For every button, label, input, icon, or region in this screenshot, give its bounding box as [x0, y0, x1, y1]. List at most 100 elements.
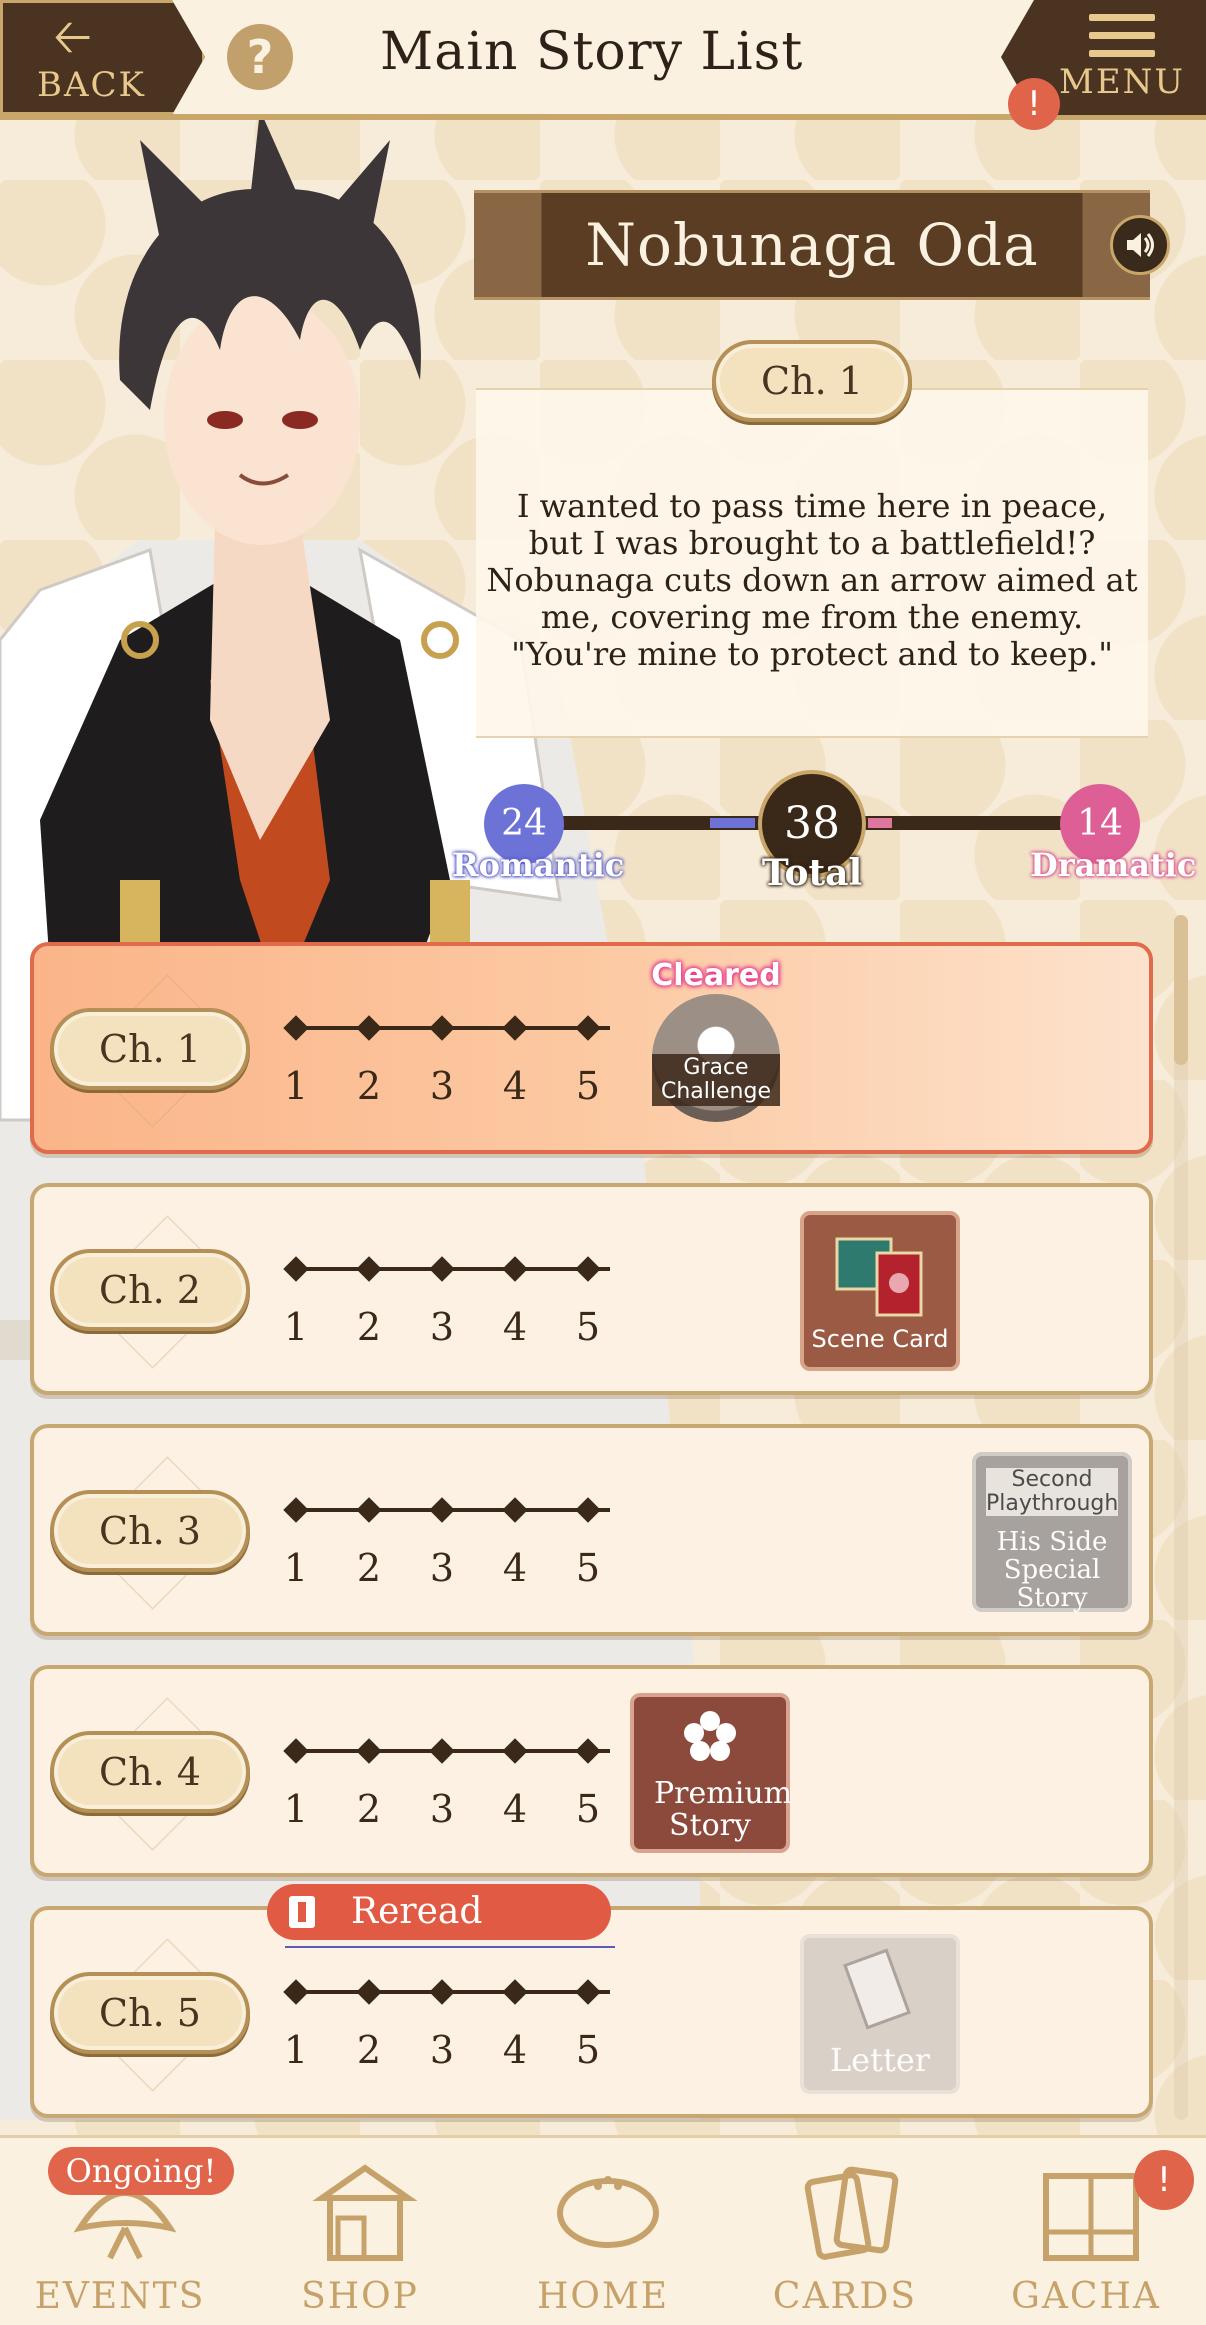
- reread-button[interactable]: Reread: [267, 1884, 611, 1940]
- chapter-row-4[interactable]: Ch. 4 Premium Story 1 2 3 4 5: [30, 1665, 1153, 1877]
- episode-marker-4: [502, 1738, 528, 1764]
- episode-number: 3: [429, 1305, 455, 1349]
- chapter-tag: Ch. 2: [50, 1249, 250, 1331]
- episode-marker-3: [429, 1256, 455, 1282]
- episode-marker-1: [283, 1738, 309, 1764]
- book-icon: [289, 1896, 315, 1928]
- episode-marker-3: [429, 1979, 455, 2005]
- back-arrow-icon: 🡠: [53, 9, 92, 65]
- nav-home[interactable]: HOME: [483, 2138, 723, 2325]
- episode-marker-2: [356, 1256, 382, 1282]
- gacha-alert-badge: !: [1134, 2150, 1194, 2210]
- episode-number: 2: [356, 1546, 382, 1590]
- hamburger-icon: [1089, 14, 1155, 68]
- episode-number: 3: [429, 1064, 455, 1108]
- grace-challenge-label: Grace Challenge: [652, 1054, 780, 1106]
- chapter-row-2[interactable]: Ch. 2 Scene Card 1 2 3 4 5: [30, 1183, 1153, 1395]
- episode-number: 1: [283, 1546, 309, 1590]
- romantic-label: Romantic: [452, 846, 625, 884]
- episode-marker-2: [356, 1015, 382, 1041]
- episode-number: 2: [356, 1305, 382, 1349]
- gacha-icon: [1043, 2173, 1139, 2261]
- chapter-description-panel: I wanted to pass time here in peace, but…: [476, 388, 1148, 738]
- episode-marker-5: [575, 1015, 601, 1041]
- episode-marker-5: [575, 1256, 601, 1282]
- episode-marker-2: [356, 1497, 382, 1523]
- shop-icon: [312, 2164, 418, 2261]
- episode-marker-4: [502, 1256, 528, 1282]
- episode-number: 1: [283, 2028, 309, 2072]
- episode-marker-1: [283, 1979, 309, 2005]
- episode-marker-4: [502, 1497, 528, 1523]
- back-button[interactable]: 🡠 BACK: [0, 0, 205, 115]
- episode-number: 2: [356, 1787, 382, 1831]
- grace-challenge-badge[interactable]: Grace Challenge Cleared: [646, 958, 786, 1128]
- episode-number: 1: [283, 1305, 309, 1349]
- episode-marker-1: [283, 1256, 309, 1282]
- romantic-bar-fill: [710, 818, 755, 828]
- nav-cards[interactable]: CARDS: [725, 2138, 965, 2325]
- scene-card-icon: [835, 1237, 923, 1317]
- nav-shop[interactable]: SHOP: [240, 2138, 480, 2325]
- episode-number: 2: [356, 2028, 382, 2072]
- episode-number: 5: [575, 1064, 601, 1108]
- episode-marker-5: [575, 1497, 601, 1523]
- premium-story-badge[interactable]: Premium Story: [630, 1693, 793, 1853]
- chapter-tag: Ch. 3: [50, 1490, 250, 1572]
- menu-label: MENU: [1059, 62, 1186, 102]
- home-icon: [557, 2176, 659, 2248]
- back-label: BACK: [37, 65, 146, 105]
- nav-label: CARDS: [772, 2276, 918, 2317]
- reread-label: Reread: [351, 1891, 483, 1932]
- reread-underline: [285, 1946, 615, 1948]
- episode-number: 2: [356, 1064, 382, 1108]
- episode-marker-2: [356, 1738, 382, 1764]
- letter-badge[interactable]: Letter: [800, 1934, 960, 2094]
- his-side-story-badge[interactable]: Second Playthrough His Side Special Stor…: [972, 1452, 1132, 1612]
- scrollbar-track[interactable]: [1174, 915, 1188, 2120]
- nav-label: SHOP: [301, 2276, 419, 2317]
- scene-card-label: Scene Card: [811, 1325, 949, 1353]
- his-side-story-label: His Side Special Story: [996, 1527, 1108, 1613]
- episode-number: 4: [502, 1305, 528, 1349]
- premium-story-label: Premium Story: [654, 1776, 793, 1843]
- episode-number: 4: [502, 2028, 528, 2072]
- episode-marker-1: [283, 1015, 309, 1041]
- nav-label: GACHA: [1011, 2276, 1161, 2317]
- chapter-row-1[interactable]: Ch. 1 Grace Challenge Cleared 1 2 3 4 5: [30, 942, 1153, 1154]
- chapter-tag: Ch. 5: [50, 1972, 250, 2054]
- episode-number: 5: [575, 1305, 601, 1349]
- total-label: Total: [761, 852, 863, 894]
- scrollbar-thumb[interactable]: [1174, 915, 1188, 1065]
- letter-label: Letter: [829, 2041, 931, 2079]
- nav-label: EVENTS: [34, 2276, 206, 2317]
- chapter-description: I wanted to pass time here in peace, but…: [486, 487, 1138, 673]
- character-name: Nobunaga Oda: [585, 211, 1039, 279]
- plum-blossom-icon: [684, 1711, 736, 1761]
- episode-number: 5: [575, 1546, 601, 1590]
- chapter-row-3[interactable]: Ch. 3 Second Playthrough His Side Specia…: [30, 1424, 1153, 1636]
- episode-number: 3: [429, 1787, 455, 1831]
- page-title: Main Story List: [380, 22, 804, 82]
- character-name-plate: Nobunaga Oda: [474, 190, 1150, 300]
- episode-marker-5: [575, 1979, 601, 2005]
- episode-number: 3: [429, 2028, 455, 2072]
- chapter-tag: Ch. 4: [50, 1731, 250, 1813]
- second-playthrough-label: Second Playthrough: [986, 1467, 1119, 1516]
- voice-button[interactable]: [1110, 215, 1170, 275]
- help-button[interactable]: ?: [227, 24, 293, 90]
- dramatic-label: Dramatic: [1030, 846, 1197, 884]
- episode-marker-3: [429, 1015, 455, 1041]
- episode-marker-5: [575, 1738, 601, 1764]
- episode-number: 5: [575, 1787, 601, 1831]
- episode-marker-2: [356, 1979, 382, 2005]
- scene-card-badge[interactable]: Scene Card: [800, 1211, 960, 1371]
- episode-marker-4: [502, 1015, 528, 1041]
- episode-number: 4: [502, 1787, 528, 1831]
- cleared-label: Cleared: [651, 958, 781, 993]
- episode-number: 4: [502, 1064, 528, 1108]
- episode-number: 4: [502, 1546, 528, 1590]
- episode-marker-3: [429, 1738, 455, 1764]
- episode-number: 3: [429, 1546, 455, 1590]
- episode-number: 1: [283, 1787, 309, 1831]
